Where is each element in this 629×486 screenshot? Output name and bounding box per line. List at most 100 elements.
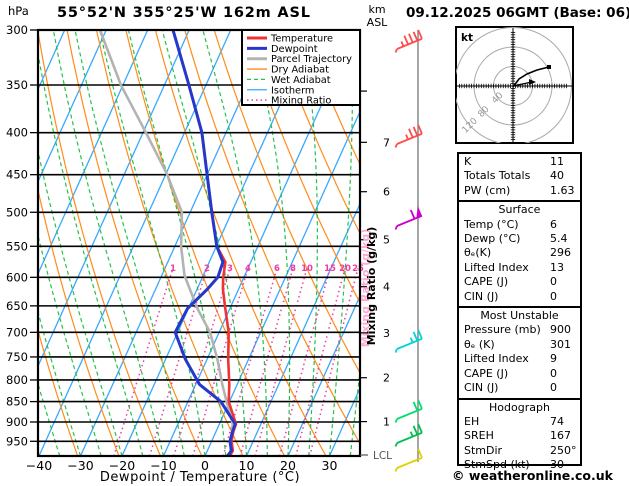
panel-row-value: 167 — [550, 429, 571, 443]
panel-section: K 11 Totals Totals 40 PW (cm) 1.63 — [459, 154, 580, 200]
mixing-ratio-axis-label: Mixing Ratio (g/kg) — [365, 227, 378, 346]
panel-row-label: CAPE (J) — [464, 366, 509, 380]
panel-row-label: θₑ (K) — [464, 337, 495, 351]
panel-row: θₑ (K) 301 — [459, 338, 580, 352]
mixing-ratio-label: 8 — [290, 264, 296, 274]
mixing-ratio-label: 15 — [324, 264, 336, 274]
barb-full-tick — [408, 128, 414, 138]
parcel-trajectory-curve — [98, 30, 234, 456]
hodograph: 4080120 — [455, 26, 574, 144]
credit-label: © weatheronline.co.uk — [452, 468, 613, 483]
panel-row-label: Pressure (mb) — [464, 323, 541, 337]
panel-row: K 11 — [459, 155, 580, 169]
barb-hook — [394, 442, 398, 447]
mixing-ratio-label: 1 — [170, 264, 176, 274]
panel-row: PW (cm) 1.63 — [459, 184, 580, 198]
mixing-ratio-label: 2 — [204, 264, 210, 274]
pressure-tick-label: 300 — [6, 23, 28, 37]
wet-adiabat-line — [99, 30, 206, 456]
panel-section: Hodograph EH 74 SREH 167 StmDir 250° StmSpd (kt… — [459, 397, 580, 475]
pressure-axis-labels: 300 350 400 450 500 550 600 650 700 750 800 850 900 9… — [6, 23, 38, 448]
barb-full-tick — [412, 31, 419, 41]
barb-hook — [394, 48, 398, 53]
pressure-tick-label: 550 — [6, 239, 28, 253]
panel-section-header: Surface — [498, 203, 541, 217]
barb-full-tick — [409, 209, 416, 220]
panel-row-label: Totals Totals — [464, 169, 531, 183]
panel-row: θₑ(K) 296 — [459, 246, 580, 260]
legend-item-label: Dry Adiabat — [271, 65, 329, 76]
barb-half-tick — [409, 337, 414, 343]
pressure-tick-label: 500 — [6, 205, 28, 219]
mixing-ratio-line — [278, 268, 331, 456]
panel-section: Most Unstable Pressure (mb) 900 θₑ (K) 301 Li… — [459, 306, 580, 397]
panel-row-value: 296 — [550, 246, 571, 260]
panel-row-label: Lifted Index — [464, 260, 529, 274]
panel-row: CAPE (J) 0 — [459, 275, 580, 289]
panel-row: EH 74 — [459, 415, 580, 429]
pressure-tick-label: 950 — [6, 434, 28, 448]
x-axis-title: Dewpoint / Temperature (°C) — [100, 470, 300, 485]
station-title: 55°52'N 355°25'W 162m ASL — [57, 5, 311, 21]
indices-panel: K 11 Totals Totals 40 PW (cm) 1.63 Surface Temp… — [457, 152, 582, 471]
panel-row-label: Temp (°C) — [464, 217, 519, 231]
wet-adiabat-line — [371, 30, 429, 456]
panel-row-label: CIN (J) — [464, 289, 499, 303]
mixing-ratio-line — [254, 268, 308, 456]
km-tick-label: 1 — [383, 416, 390, 429]
barb-full-tick — [412, 126, 419, 136]
panel-section-header: Most Unstable — [480, 309, 559, 323]
panel-row-value: 74 — [550, 414, 564, 428]
mixing-ratio-label: 3 — [227, 264, 233, 274]
barb-full-tick — [412, 331, 419, 341]
barb-full-tick — [403, 35, 409, 45]
panel-row-value: 900 — [550, 323, 571, 337]
skewt-sounding-page: hPa 55°52'N 355°25'W 162m ASL km ASL 09.… — [0, 0, 629, 486]
panel-row: Lifted Index 9 — [459, 352, 580, 366]
isotherm-line — [38, 30, 190, 368]
panel-row-value: 5.4 — [550, 232, 568, 246]
barb-hook — [394, 143, 398, 148]
panel-row-value: 301 — [550, 337, 571, 351]
km-tick-label: 3 — [383, 327, 390, 340]
wet-adiabat-line — [38, 148, 123, 456]
barb-half-tick — [409, 431, 414, 437]
panel-row-value: 40 — [550, 169, 564, 183]
panel-row: Temp (°C) 6 — [459, 218, 580, 232]
lcl-label: LCL — [373, 450, 392, 462]
wet-adiabat-line — [74, 30, 185, 456]
panel-row-label: CIN (J) — [464, 381, 499, 395]
legend-item-label: Isotherm — [271, 85, 314, 96]
wet-adiabat-line — [52, 30, 165, 456]
panel-row: Totals Totals 40 — [459, 169, 580, 183]
panel-row-value: 250° — [550, 443, 577, 457]
panel-row: SREH 167 — [459, 429, 580, 443]
panel-row-value: 11 — [550, 155, 564, 168]
panel-row-value: 9 — [550, 352, 557, 366]
km-tick-label: 7 — [383, 136, 390, 149]
legend-item-label: Mixing Ratio — [271, 96, 331, 107]
km-tick-label: 6 — [383, 186, 390, 199]
pressure-tick-label: 700 — [6, 325, 28, 339]
mixing-ratio-label: 10 — [301, 264, 313, 274]
pressure-tick-label: 800 — [6, 373, 28, 387]
panel-row-label: StmDir — [464, 443, 503, 457]
km-tick-label: 5 — [383, 234, 390, 247]
panel-row: Pressure (mb) 900 — [459, 323, 580, 337]
panel-section-header: Hodograph — [489, 400, 550, 414]
panel-row: Dewp (°C) 5.4 — [459, 232, 580, 246]
km-tick-label: 2 — [383, 372, 390, 385]
pressure-tick-label: 400 — [6, 126, 28, 140]
temperature-tick-label: −40 — [26, 458, 52, 473]
pressure-tick-label: 600 — [6, 270, 28, 284]
mixing-ratio-label: 20 — [339, 264, 351, 274]
barb-hook — [394, 418, 398, 423]
barb-hook — [394, 225, 398, 230]
panel-row: CIN (J) 0 — [459, 290, 580, 304]
barb-half-tick — [400, 41, 405, 47]
barb-full-tick — [408, 33, 414, 43]
hodograph-unit-label: kt — [461, 32, 473, 44]
panel-row-label: SREH — [464, 429, 494, 443]
barb-hook — [394, 348, 398, 353]
panel-row: CIN (J) 0 — [459, 381, 580, 395]
